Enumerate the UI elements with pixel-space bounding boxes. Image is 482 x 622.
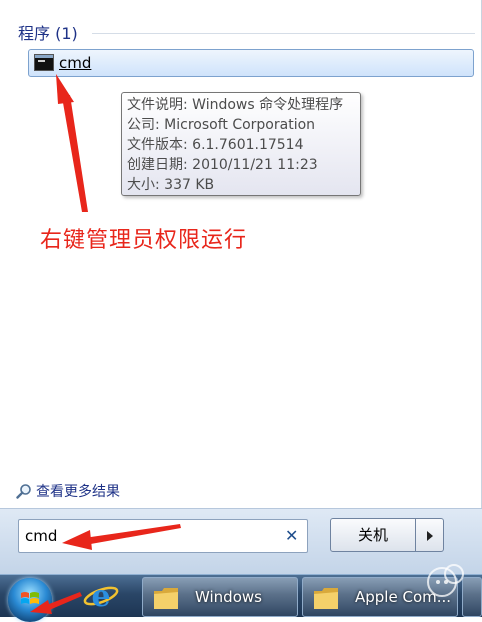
svg-text:e: e: [91, 579, 110, 613]
magnifier-icon: [16, 484, 31, 499]
start-button[interactable]: [8, 578, 52, 622]
clear-icon[interactable]: ✕: [285, 526, 298, 546]
search-box[interactable]: ✕: [18, 519, 308, 553]
tooltip-line-version: 文件版本: 6.1.7601.17514: [127, 137, 304, 153]
folder-icon: [154, 588, 178, 609]
file-info-tooltip: 文件说明: Windows 命令处理程序 公司: Microsoft Corpo…: [121, 92, 361, 196]
section-title-programs: 程序 (1): [18, 24, 78, 43]
folder-icon: [314, 588, 338, 609]
search-result-cmd[interactable]: cmd: [28, 49, 474, 77]
taskbar-button-label: Windows: [195, 588, 262, 606]
shutdown-button[interactable]: 关机: [330, 518, 416, 552]
watermark-icon: [427, 564, 464, 597]
see-more-results-link[interactable]: 查看更多结果: [16, 481, 120, 501]
search-result-label: cmd: [59, 54, 92, 72]
section-divider: [92, 33, 475, 34]
tooltip-line-description: 文件说明: Windows 命令处理程序: [127, 97, 344, 113]
taskbar-button-windows[interactable]: Windows: [142, 577, 298, 617]
start-menu-panel: 程序 (1) cmd 文件说明: Windows 命令处理程序 公司: Micr…: [0, 0, 482, 574]
taskbar: e Windows Apple Com...: [0, 574, 482, 622]
annotation-text: 右键管理员权限运行: [40, 228, 248, 253]
search-input[interactable]: [25, 526, 275, 546]
tooltip-line-company: 公司: Microsoft Corporation: [127, 117, 316, 133]
windows-start-icon: [21, 592, 39, 604]
tooltip-line-size: 大小: 337 KB: [127, 177, 215, 193]
cmd-icon: [34, 54, 54, 71]
see-more-results-label: 查看更多结果: [36, 484, 120, 500]
shutdown-options-button[interactable]: [416, 518, 444, 552]
internet-explorer-icon[interactable]: e: [82, 579, 120, 613]
tooltip-line-created: 创建日期: 2010/11/21 11:23: [127, 157, 318, 173]
